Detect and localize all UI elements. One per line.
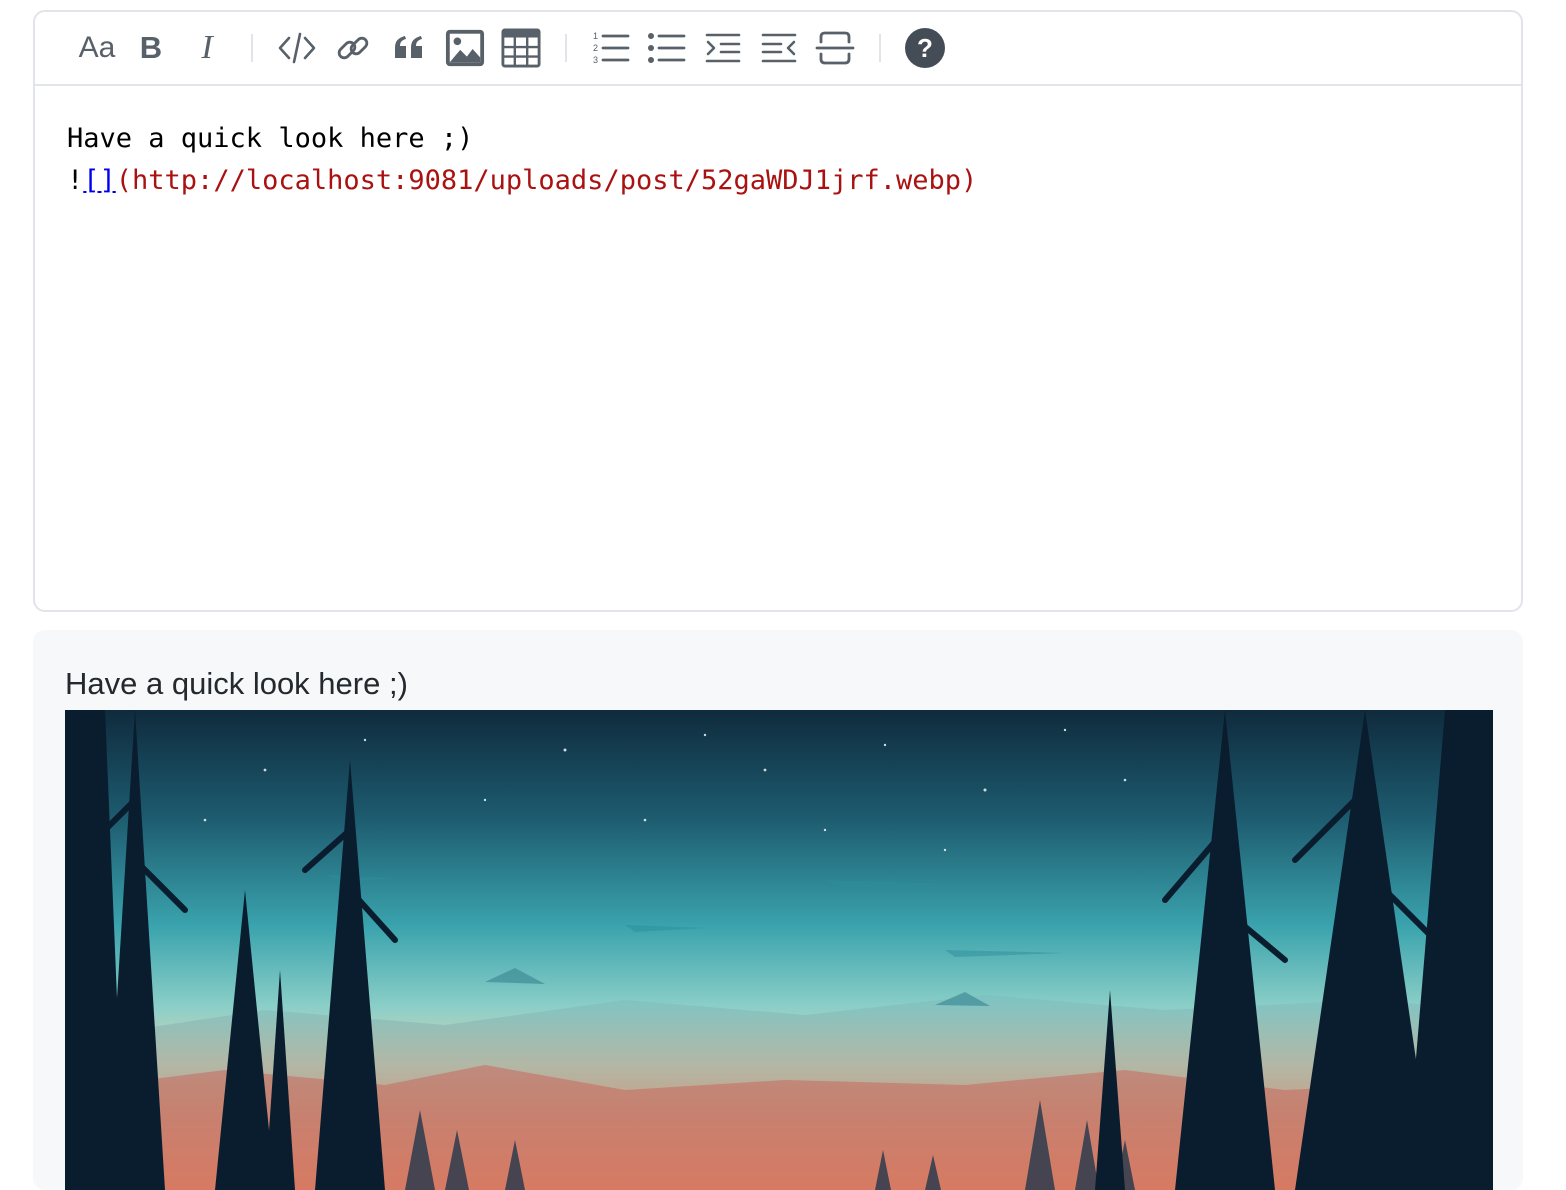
- unordered-list-icon: [648, 33, 686, 63]
- svg-text:?: ?: [917, 33, 933, 63]
- heading-button[interactable]: Aa: [77, 28, 117, 68]
- italic-button[interactable]: I: [187, 28, 227, 68]
- quote-icon: [395, 36, 422, 58]
- svg-text:1: 1: [593, 31, 598, 41]
- help-button[interactable]: ?: [905, 28, 945, 68]
- link-button[interactable]: [333, 28, 373, 68]
- markdown-preview: Have a quick look here ;): [33, 630, 1523, 1190]
- editor-line: ![](http://localhost:9081/uploads/post/5…: [67, 160, 1501, 202]
- image-url: (http://localhost:9081/uploads/post/52ga…: [115, 165, 978, 196]
- quote-button[interactable]: [389, 28, 429, 68]
- toolbar-divider: [251, 34, 253, 62]
- preview-image: [65, 710, 1493, 1190]
- code-button[interactable]: [277, 28, 317, 68]
- markdown-editor: Aa B I 1 2 3 ? Have a quick look here ;)…: [33, 10, 1523, 612]
- landscape-illustration: [65, 710, 1493, 1190]
- image-syntax-bang: !: [67, 165, 84, 196]
- editor-toolbar: Aa B I 1 2 3 ?: [35, 12, 1521, 86]
- svg-text:2: 2: [593, 43, 598, 53]
- markdown-textarea[interactable]: Have a quick look here ;) ![](http://loc…: [67, 118, 1501, 202]
- code-icon: [278, 32, 316, 64]
- image-button[interactable]: [445, 28, 485, 68]
- link-icon: [337, 36, 369, 60]
- editor-line: Have a quick look here ;): [67, 123, 474, 154]
- outdent-button[interactable]: [759, 28, 799, 68]
- horizontal-rule-button[interactable]: [815, 28, 855, 68]
- horizontal-rule-icon: [815, 31, 855, 65]
- indent-button[interactable]: [703, 28, 743, 68]
- ordered-list-button[interactable]: 1 2 3: [591, 28, 631, 68]
- outdent-icon: [761, 33, 797, 63]
- ordered-list-icon: 1 2 3: [593, 31, 630, 65]
- toolbar-divider: [565, 34, 567, 62]
- table-button[interactable]: [501, 28, 541, 68]
- bold-button[interactable]: B: [131, 28, 171, 68]
- help-icon: ?: [905, 28, 945, 68]
- indent-icon: [705, 33, 741, 63]
- svg-text:3: 3: [593, 55, 598, 65]
- preview-paragraph: Have a quick look here ;): [65, 666, 408, 701]
- image-icon: [445, 29, 485, 67]
- table-icon: [501, 28, 541, 68]
- toolbar-divider: [879, 34, 881, 62]
- image-alt-brackets: []: [83, 165, 116, 196]
- unordered-list-button[interactable]: [647, 28, 687, 68]
